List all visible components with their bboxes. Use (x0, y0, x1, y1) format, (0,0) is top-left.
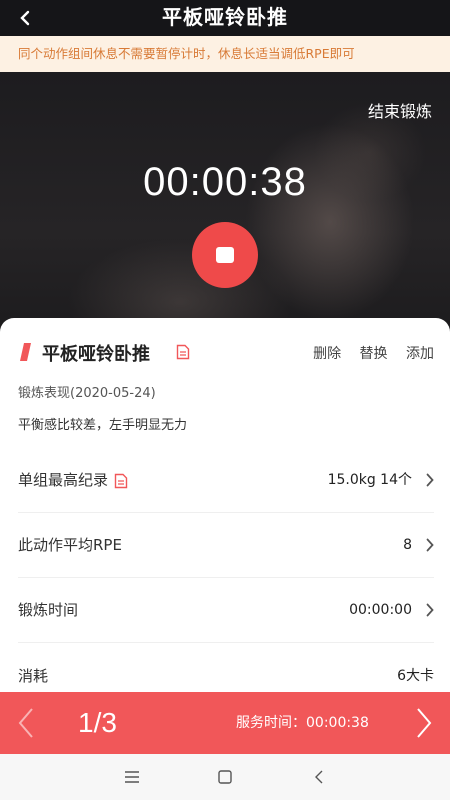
back-nav-button[interactable] (310, 767, 330, 787)
row-value: 00:00:00 (349, 602, 412, 618)
previous-set-button[interactable] (16, 706, 36, 740)
best-set-row[interactable]: 单组最高纪录 15.0kg 14个 (18, 448, 434, 513)
performance-note: 平衡感比较差，左手明显无力 (18, 418, 188, 433)
next-arrow-icon (417, 708, 432, 738)
chevron-right-icon (426, 603, 434, 617)
replace-button[interactable]: 替换 (360, 346, 388, 362)
row-label: 单组最高纪录 (18, 448, 128, 512)
home-icon (218, 770, 232, 784)
calories-row: 消耗 6大卡 (18, 644, 434, 694)
end-workout-button[interactable]: 结束锻炼 (368, 98, 432, 122)
average-rpe-row[interactable]: 此动作平均RPE 8 (18, 513, 434, 578)
page-title: 平板哑铃卧推 (162, 5, 288, 29)
rest-notice: 同个动作组间休息不需要暂停计时，休息长适当调低RPE即可 (0, 36, 450, 72)
exercise-card: 平板哑铃卧推 删除 替换 添加 锻炼表现(2020-05-24) 平衡感比较差，… (0, 318, 450, 693)
prev-arrow-icon (18, 708, 33, 738)
exercise-header: 平板哑铃卧推 删除 替换 添加 (18, 340, 434, 366)
document-icon (114, 473, 128, 488)
next-set-button[interactable] (414, 706, 434, 740)
add-button[interactable]: 添加 (406, 346, 434, 362)
performance-label: 锻炼表现(2020-05-24) (18, 386, 156, 401)
header-bar: 平板哑铃卧推 (0, 0, 450, 36)
home-button[interactable] (215, 767, 235, 787)
delete-button[interactable]: 删除 (313, 346, 341, 362)
chevron-right-icon (426, 538, 434, 552)
menu-button[interactable] (122, 767, 142, 787)
workout-time-row[interactable]: 锻炼时间 00:00:00 (18, 578, 434, 643)
exercise-name: 平板哑铃卧推 (42, 344, 150, 365)
chevron-right-icon (426, 473, 434, 487)
accent-slash-icon (20, 343, 31, 361)
set-page-indicator: 1/3 (78, 707, 117, 738)
row-label: 此动作平均RPE (18, 536, 122, 554)
stop-button[interactable] (192, 222, 258, 288)
workout-hero: 结束锻炼 00:00:38 (0, 72, 450, 340)
back-nav-icon (315, 770, 323, 784)
workout-timer: 00:00:38 (143, 160, 307, 204)
row-value: 8 (403, 537, 412, 553)
exercise-actions: 删除 替换 添加 (299, 343, 434, 363)
row-value: 15.0kg 14个 (327, 472, 412, 488)
row-label: 锻炼时间 (18, 601, 79, 619)
service-time: 服务时间：00:00:38 (236, 715, 369, 731)
set-navigation-bar: 1/3 服务时间：00:00:38 (0, 692, 450, 754)
menu-icon (125, 771, 139, 783)
stop-icon (216, 247, 234, 263)
system-navigation-bar (0, 754, 450, 800)
document-icon[interactable] (176, 344, 190, 360)
